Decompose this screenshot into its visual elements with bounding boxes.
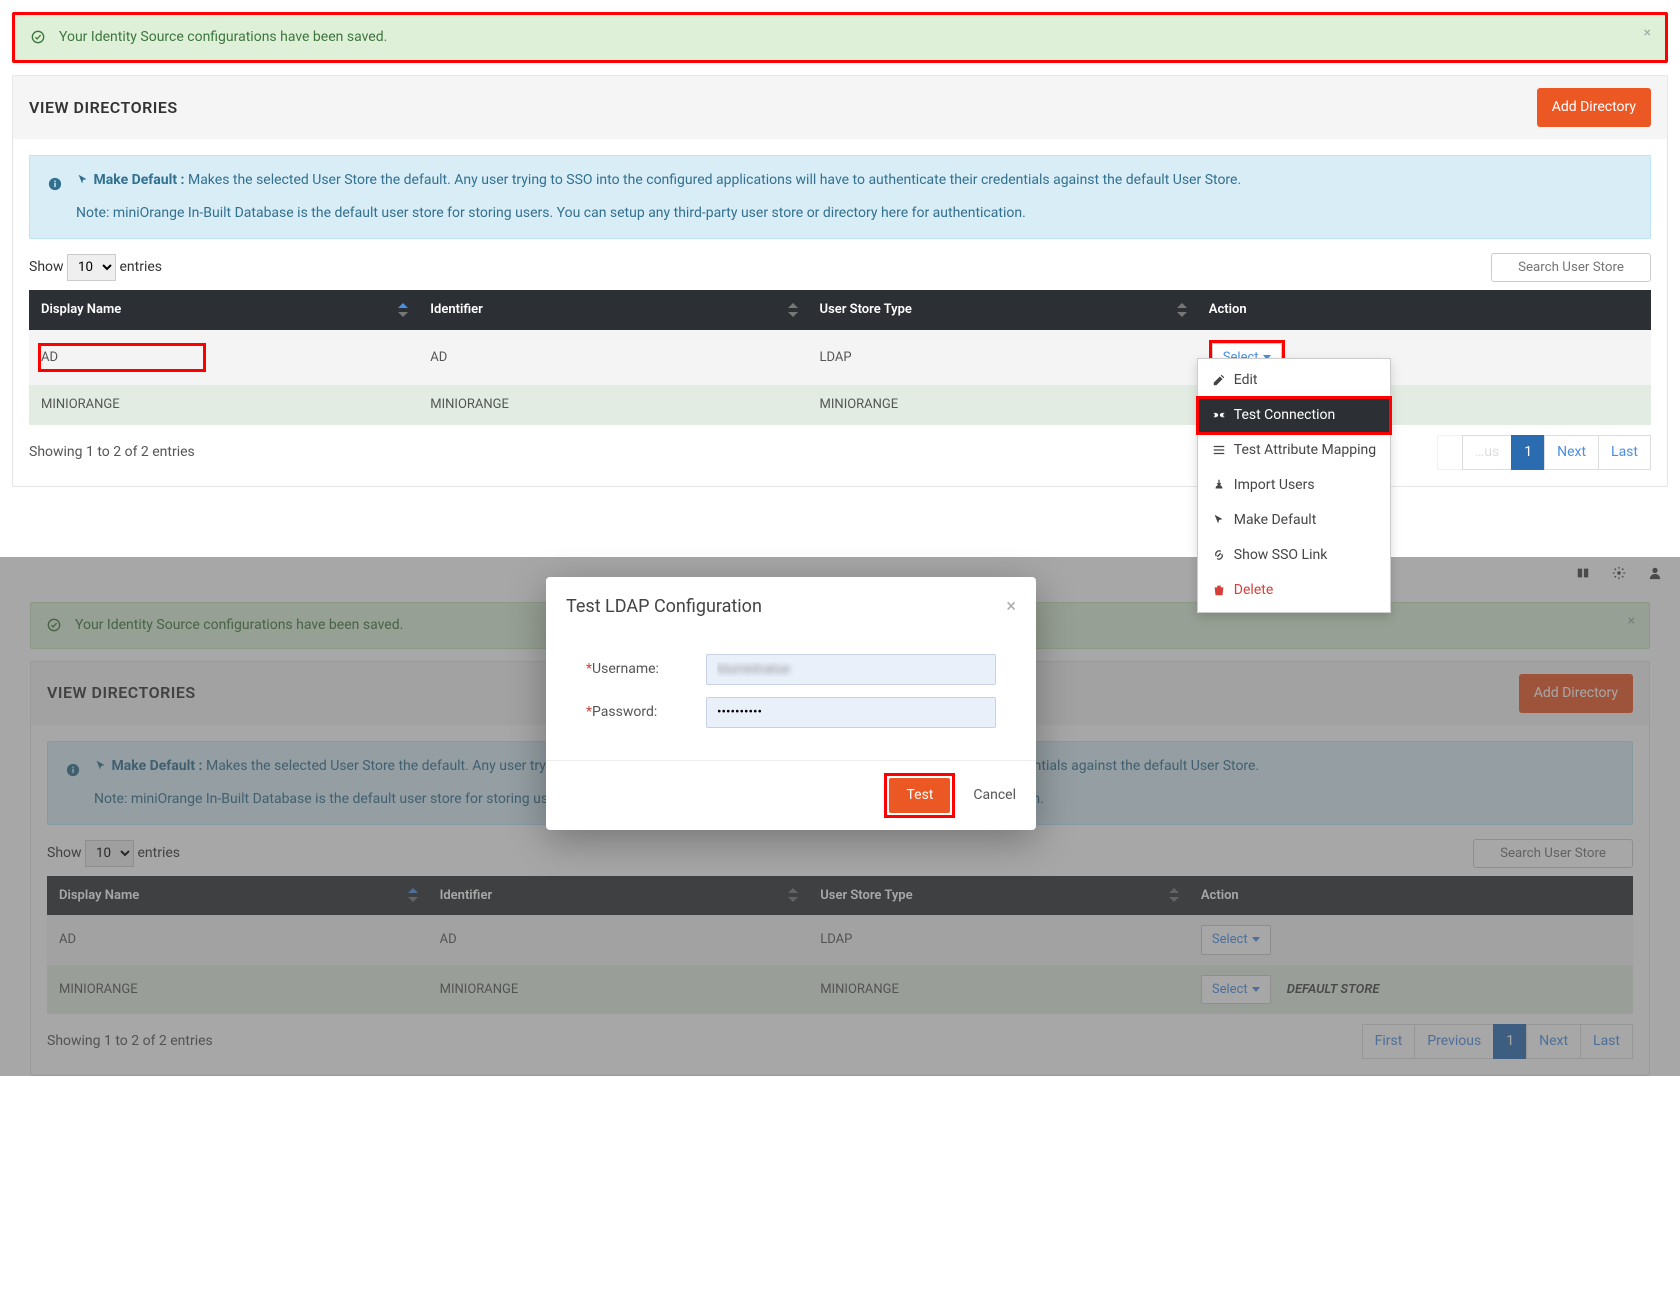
show-label: Show (29, 259, 64, 275)
success-alert: Your Identity Source configurations have… (12, 12, 1668, 63)
info-icon (48, 174, 62, 195)
menu-test-connection[interactable]: Test Connection (1198, 398, 1390, 433)
pagination: …us 1 Next Last (1438, 435, 1651, 470)
menu-delete[interactable]: Delete (1198, 573, 1390, 608)
page-prev[interactable]: …us (1462, 435, 1512, 470)
col-action: Action (1209, 302, 1247, 317)
alert-message: Your Identity Source configurations have… (59, 27, 387, 48)
page-first[interactable] (1437, 435, 1463, 470)
action-dropdown: Edit Test Connection Test Attribute Mapp… (1197, 358, 1391, 613)
cell-identifier: AD (418, 330, 807, 386)
cell-type: LDAP (808, 330, 1197, 386)
directories-panel: VIEW DIRECTORIES Add Directory Make Defa… (12, 75, 1668, 487)
panel-title: VIEW DIRECTORIES (29, 96, 178, 120)
page-current[interactable]: 1 (1511, 435, 1545, 470)
add-directory-button[interactable]: Add Directory (1537, 88, 1651, 127)
page-next[interactable]: Next (1544, 435, 1599, 470)
col-display-name[interactable]: Display Name (41, 302, 121, 317)
panel-header: VIEW DIRECTORIES Add Directory (13, 76, 1667, 139)
info-box: Make Default : Makes the selected User S… (29, 155, 1651, 239)
sort-icon[interactable] (1177, 303, 1187, 317)
table-row: MINIORANGE MINIORANGE MINIORANGE (29, 385, 1651, 425)
screenshot-2: Your Identity Source configurations have… (0, 557, 1680, 1077)
page-last[interactable]: Last (1598, 435, 1651, 470)
cell-display-name: MINIORANGE (29, 385, 418, 425)
sort-icon[interactable] (788, 303, 798, 317)
sort-icon[interactable] (398, 303, 408, 317)
menu-import-users[interactable]: Import Users (1198, 468, 1390, 503)
make-default-label: Make Default : (93, 172, 184, 188)
cursor-icon (76, 172, 93, 188)
showing-entries: Showing 1 to 2 of 2 entries (29, 442, 195, 463)
close-icon[interactable]: × (1644, 23, 1651, 44)
search-input[interactable] (1491, 253, 1651, 282)
menu-edit[interactable]: Edit (1198, 363, 1390, 398)
password-input[interactable] (706, 697, 996, 728)
cell-type: MINIORANGE (808, 385, 1197, 425)
cell-display-name: AD (37, 342, 207, 374)
directories-table: Display Name Identifier User Store Type … (29, 290, 1651, 425)
menu-test-attribute-mapping[interactable]: Test Attribute Mapping (1198, 433, 1390, 468)
username-input[interactable] (706, 654, 996, 685)
username-label: *Username: (586, 659, 706, 680)
close-icon[interactable]: × (1006, 593, 1016, 620)
page-size-select[interactable]: 10 (67, 254, 116, 281)
table-row: AD AD LDAP Select (29, 330, 1651, 386)
entries-label: entries (120, 259, 163, 275)
col-user-store-type[interactable]: User Store Type (820, 302, 912, 317)
table-controls: Show 10 entries (29, 253, 1651, 282)
menu-show-sso-link[interactable]: Show SSO Link (1198, 538, 1390, 573)
test-button[interactable]: Test (889, 778, 950, 813)
cancel-button[interactable]: Cancel (973, 785, 1016, 806)
menu-make-default[interactable]: Make Default (1198, 503, 1390, 538)
col-identifier[interactable]: Identifier (430, 302, 483, 317)
cell-identifier: MINIORANGE (418, 385, 807, 425)
test-ldap-modal: Test LDAP Configuration × *Username: *Pa… (546, 577, 1036, 830)
info-note: Note: miniOrange In-Built Database is th… (76, 203, 1241, 224)
check-circle-icon (31, 27, 45, 48)
modal-title: Test LDAP Configuration (566, 593, 762, 620)
make-default-text: Makes the selected User Store the defaul… (188, 172, 1241, 188)
password-label: *Password: (586, 702, 706, 723)
